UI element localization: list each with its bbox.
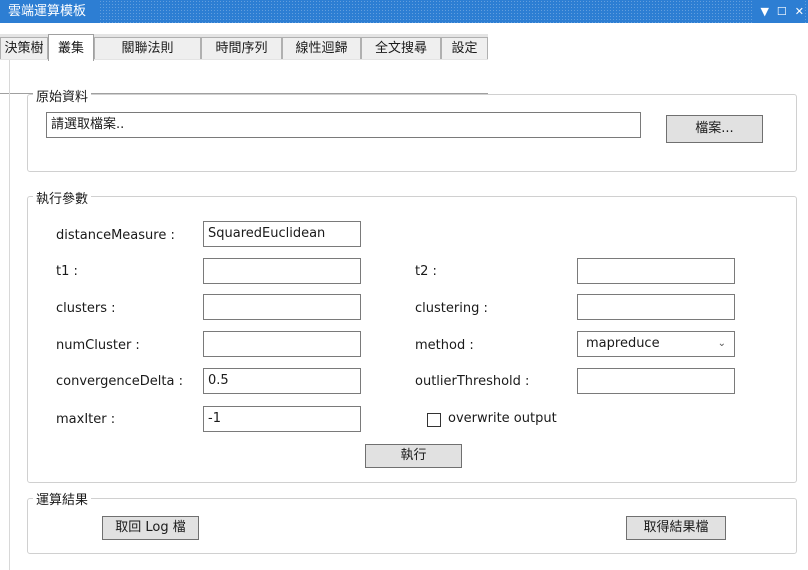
- distance-measure-input[interactable]: SquaredEuclidean: [203, 221, 361, 247]
- parameters-title: 執行參數: [33, 188, 92, 207]
- run-button[interactable]: 執行: [365, 444, 462, 468]
- tab-content: 原始資料 請選取檔案.. 檔案... 執行參數 distanceMeasure …: [9, 60, 808, 570]
- clusters-input[interactable]: [203, 294, 361, 320]
- t2-input[interactable]: [577, 258, 735, 284]
- window-title: 雲端運算模板: [0, 0, 99, 23]
- maximize-icon[interactable]: ☐: [777, 0, 787, 23]
- outlier-threshold-label: outlierThreshold :: [415, 374, 530, 389]
- tab-time-series[interactable]: 時間序列: [201, 37, 282, 59]
- method-select[interactable]: mapreduce ⌄: [577, 331, 735, 357]
- clustering-input[interactable]: [577, 294, 735, 320]
- t1-input[interactable]: [203, 258, 361, 284]
- outlier-threshold-input[interactable]: [577, 368, 735, 394]
- title-bar[interactable]: 雲端運算模板 ▼ ☐ ✕: [0, 0, 808, 23]
- raw-data-title: 原始資料: [33, 86, 92, 105]
- method-label: method :: [415, 338, 474, 353]
- num-cluster-label: numCluster :: [56, 338, 140, 353]
- close-icon[interactable]: ✕: [795, 0, 804, 23]
- results-title: 運算結果: [33, 489, 92, 508]
- convergence-delta-input[interactable]: 0.5: [203, 368, 361, 394]
- get-log-button[interactable]: 取回 Log 檔: [102, 516, 199, 540]
- tab-settings[interactable]: 設定: [441, 37, 488, 59]
- get-result-button[interactable]: 取得結果檔: [626, 516, 726, 540]
- num-cluster-input[interactable]: [203, 331, 361, 357]
- overwrite-output-checkbox[interactable]: [427, 413, 441, 427]
- tab-full-text-search[interactable]: 全文搜尋: [361, 37, 441, 59]
- t1-label: t1 :: [56, 264, 78, 279]
- tab-clustering[interactable]: 叢集: [48, 34, 94, 61]
- overwrite-output-label: overwrite output: [448, 411, 557, 426]
- tab-decision-tree[interactable]: 決策樹: [0, 37, 48, 59]
- window-controls: ▼ ☐ ✕: [754, 0, 804, 23]
- distance-measure-label: distanceMeasure :: [56, 228, 175, 243]
- convergence-delta-label: convergenceDelta :: [56, 374, 183, 389]
- max-iter-label: maxIter :: [56, 412, 116, 427]
- chevron-down-icon: ⌄: [717, 338, 726, 349]
- method-selected-value: mapreduce: [586, 336, 660, 351]
- tab-linear-regression[interactable]: 線性迴歸: [282, 37, 361, 59]
- clustering-label: clustering :: [415, 301, 488, 316]
- max-iter-input[interactable]: -1: [203, 406, 361, 432]
- file-path-input[interactable]: 請選取檔案..: [46, 112, 641, 138]
- clusters-label: clusters :: [56, 301, 116, 316]
- browse-file-button[interactable]: 檔案...: [666, 115, 763, 143]
- dropdown-icon[interactable]: ▼: [760, 0, 768, 23]
- tab-association-rules[interactable]: 關聯法則: [94, 37, 201, 59]
- tab-strip: 決策樹 叢集 關聯法則 時間序列 線性迴歸 全文搜尋 設定: [0, 34, 488, 94]
- t2-label: t2 :: [415, 264, 437, 279]
